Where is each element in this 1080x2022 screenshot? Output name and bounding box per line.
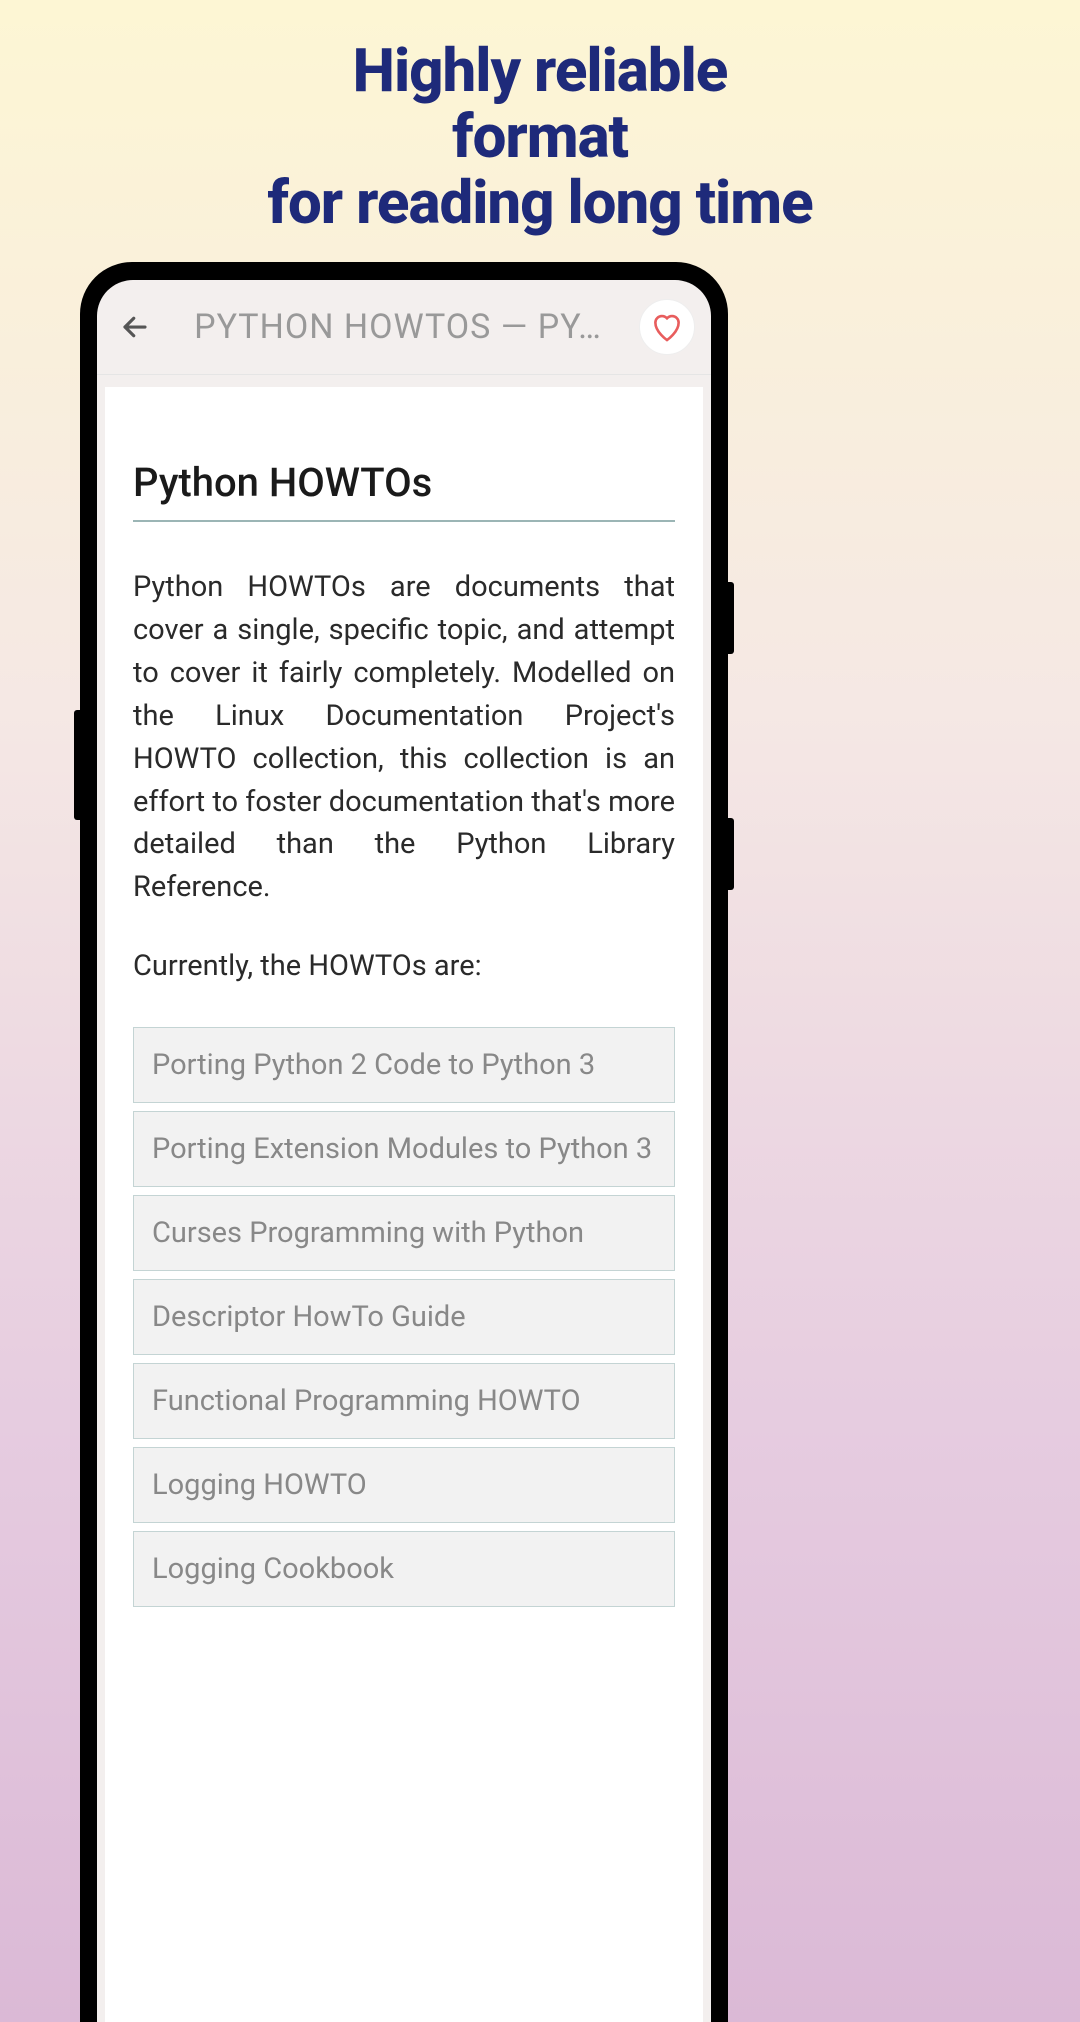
howto-item-porting-extensions[interactable]: Porting Extension Modules to Python 3 bbox=[133, 1111, 675, 1187]
intro-paragraph: Python HOWTOs are documents that cover a… bbox=[133, 566, 675, 909]
phone-side-button-left bbox=[74, 710, 80, 820]
phone-frame: PYTHON HOWTOS — PY… Python HOWTOs Python… bbox=[80, 262, 728, 2022]
phone-side-button-right-2 bbox=[728, 818, 734, 890]
app-header: PYTHON HOWTOS — PY… bbox=[97, 280, 711, 375]
marketing-line-1: Highly reliable bbox=[0, 38, 1080, 104]
page-title: Python HOWTOs bbox=[133, 459, 675, 522]
howto-item-curses[interactable]: Curses Programming with Python bbox=[133, 1195, 675, 1271]
back-button[interactable] bbox=[113, 305, 157, 349]
header-title: PYTHON HOWTOS — PY… bbox=[173, 307, 623, 347]
marketing-line-3: for reading long time bbox=[0, 170, 1080, 236]
favorite-button[interactable] bbox=[639, 299, 695, 355]
subheading: Currently, the HOWTOs are: bbox=[133, 949, 675, 983]
howto-item-porting-2-to-3[interactable]: Porting Python 2 Code to Python 3 bbox=[133, 1027, 675, 1103]
back-arrow-icon bbox=[120, 312, 150, 342]
howto-item-functional[interactable]: Functional Programming HOWTO bbox=[133, 1363, 675, 1439]
phone-screen: PYTHON HOWTOS — PY… Python HOWTOs Python… bbox=[97, 280, 711, 2022]
marketing-headline: Highly reliable format for reading long … bbox=[0, 0, 1080, 236]
howto-item-logging[interactable]: Logging HOWTO bbox=[133, 1447, 675, 1523]
howto-item-logging-cookbook[interactable]: Logging Cookbook bbox=[133, 1531, 675, 1607]
marketing-line-2: format bbox=[0, 104, 1080, 170]
heart-icon bbox=[649, 311, 685, 343]
content-area: Python HOWTOs Python HOWTOs are document… bbox=[105, 387, 703, 2022]
howto-item-descriptor[interactable]: Descriptor HowTo Guide bbox=[133, 1279, 675, 1355]
phone-side-button-right-1 bbox=[728, 582, 734, 654]
howto-list: Porting Python 2 Code to Python 3 Portin… bbox=[133, 1027, 675, 1607]
